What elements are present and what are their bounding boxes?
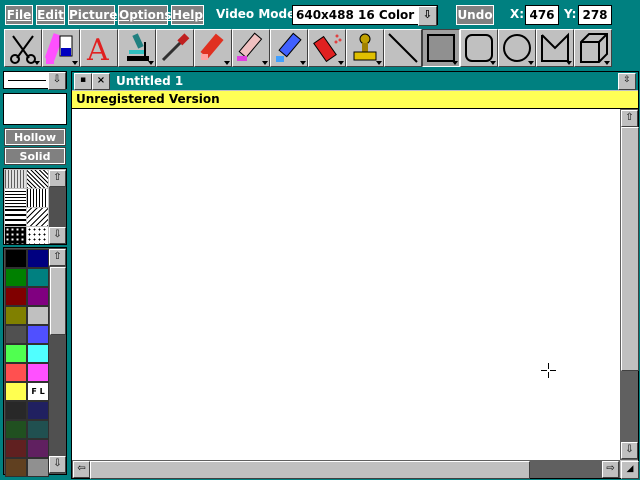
banner-text: Unregistered Version (76, 92, 220, 106)
eyedropper-icon[interactable] (156, 29, 194, 67)
color-palette: F L ⇧ ⇩ (3, 247, 67, 477)
color-swatch[interactable] (27, 363, 49, 382)
polygon-icon[interactable] (536, 29, 574, 67)
x-coord-label: X: (510, 7, 525, 21)
video-mode-value: 640x488 16 Color (296, 8, 415, 22)
window-menu-button[interactable]: ▪ (74, 73, 92, 90)
menu-help[interactable]: Help (171, 5, 204, 25)
line-icon[interactable] (384, 29, 422, 67)
stamp-icon[interactable] (346, 29, 384, 67)
color-swatch[interactable] (5, 287, 27, 306)
paint-bottle-icon[interactable] (270, 29, 308, 67)
pattern-swatch[interactable] (5, 227, 26, 244)
scroll-right-icon[interactable]: ⇨ (602, 461, 619, 478)
scroll-down-icon[interactable]: ⇩ (49, 456, 66, 473)
drawing-canvas[interactable] (72, 109, 620, 460)
scroll-down-icon[interactable]: ⇩ (49, 227, 66, 244)
color-swatch[interactable] (5, 363, 27, 382)
rectangle-filled-icon[interactable] (422, 29, 460, 67)
fill-brush-icon[interactable] (42, 29, 80, 67)
line-width-select[interactable]: ⇩ (3, 71, 67, 90)
palette-scrollbar[interactable]: ⇧ ⇩ (49, 249, 66, 473)
color-swatch[interactable] (5, 268, 27, 287)
color-swatch[interactable] (5, 325, 27, 344)
x-coord-value: 476 (525, 5, 559, 25)
color-swatch[interactable] (5, 306, 27, 325)
color-preview (3, 93, 67, 125)
pattern-swatch[interactable] (5, 208, 26, 226)
fl-indicator: F L (31, 387, 45, 396)
pattern-swatch[interactable] (27, 208, 48, 226)
scroll-up-icon[interactable]: ⇧ (621, 110, 638, 127)
eraser-icon[interactable] (232, 29, 270, 67)
cube-icon[interactable] (574, 29, 612, 67)
horizontal-scrollbar[interactable]: ⇦ ⇨ (72, 460, 620, 479)
chevron-down-icon[interactable]: ⇩ (48, 72, 66, 90)
color-swatch[interactable] (5, 382, 27, 401)
pattern-swatch[interactable] (27, 170, 48, 188)
color-swatch[interactable] (27, 287, 49, 306)
color-swatch[interactable] (5, 420, 27, 439)
menu-edit[interactable]: Edit (36, 5, 65, 25)
line-width-preview (8, 80, 46, 81)
spray-can-icon[interactable] (308, 29, 346, 67)
video-mode-label: Video Mode: (216, 7, 301, 21)
document-title-bar: ▪ × Untitled 1 ⇳ (72, 72, 638, 90)
color-swatch[interactable] (27, 458, 49, 477)
document-title: Untitled 1 (116, 74, 184, 88)
color-swatch[interactable] (5, 249, 27, 268)
color-swatch[interactable] (27, 249, 49, 268)
pattern-swatch[interactable] (27, 189, 48, 207)
chevron-down-icon[interactable]: ⇩ (418, 6, 437, 26)
pattern-swatch[interactable] (5, 170, 26, 188)
crosshair-cursor-icon (541, 363, 556, 378)
solid-button[interactable]: Solid (4, 147, 66, 165)
ellipse-icon[interactable] (498, 29, 536, 67)
scroll-down-icon[interactable]: ⇩ (621, 442, 638, 459)
color-swatch[interactable] (27, 439, 49, 458)
scroll-up-icon[interactable]: ⇧ (49, 249, 66, 266)
pattern-grid: ⇧ ⇩ (3, 168, 67, 245)
microscope-icon[interactable] (118, 29, 156, 67)
menu-picture[interactable]: Picture (68, 5, 117, 25)
scroll-thumb[interactable] (90, 461, 530, 479)
menu-options[interactable]: Options (118, 5, 172, 25)
scroll-thumb[interactable] (50, 267, 66, 335)
color-swatch[interactable] (5, 401, 27, 420)
color-swatch[interactable] (5, 439, 27, 458)
close-icon[interactable]: × (92, 73, 110, 90)
color-swatch[interactable]: F L (27, 382, 49, 401)
pattern-swatch[interactable] (27, 227, 48, 244)
color-swatch[interactable] (27, 420, 49, 439)
resize-corner-icon[interactable]: ◢ (621, 461, 639, 479)
color-swatch[interactable] (27, 306, 49, 325)
y-coord-label: Y: (564, 7, 577, 21)
marker-icon[interactable] (194, 29, 232, 67)
color-swatch[interactable] (5, 458, 27, 477)
color-swatch[interactable] (27, 344, 49, 363)
color-swatch[interactable] (27, 401, 49, 420)
pattern-swatch[interactable] (5, 189, 26, 207)
color-swatch[interactable] (5, 344, 27, 363)
document-window: ▪ × Untitled 1 ⇳ Unregistered Version ⇧ … (71, 71, 639, 479)
undo-button[interactable]: Undo (456, 5, 494, 25)
unregistered-banner: Unregistered Version (72, 91, 638, 109)
hollow-button[interactable]: Hollow (4, 128, 66, 146)
scroll-left-icon[interactable]: ⇦ (73, 461, 90, 478)
rounded-rectangle-icon[interactable] (460, 29, 498, 67)
maximize-icon[interactable]: ⇳ (618, 73, 636, 90)
vertical-scrollbar[interactable]: ⇧ ⇩ (620, 109, 639, 460)
y-coord-value: 278 (578, 5, 612, 25)
scissors-icon[interactable] (4, 29, 42, 67)
video-mode-select[interactable]: 640x488 16 Color ⇩ (292, 5, 438, 26)
scroll-thumb[interactable] (621, 127, 639, 371)
color-swatch[interactable] (27, 325, 49, 344)
scroll-up-icon[interactable]: ⇧ (49, 170, 66, 187)
menu-file[interactable]: File (5, 5, 33, 25)
pattern-scrollbar[interactable]: ⇧ ⇩ (49, 170, 66, 244)
text-icon[interactable]: A (80, 29, 118, 67)
color-swatch[interactable] (27, 268, 49, 287)
svg-text:A: A (86, 33, 109, 66)
palette-swatches: F L (4, 248, 49, 477)
